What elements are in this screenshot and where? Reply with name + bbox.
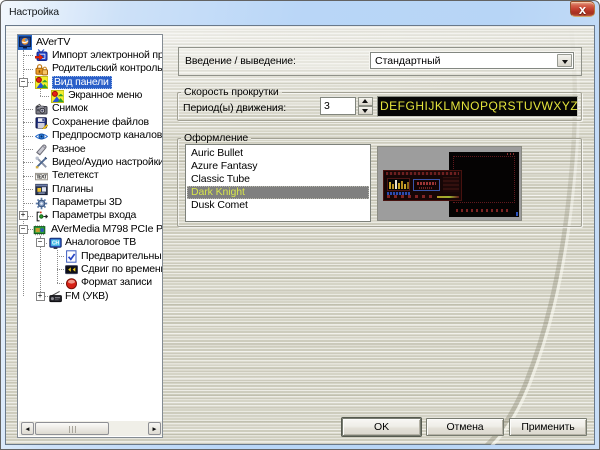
svg-text:CH: CH	[52, 240, 60, 246]
svg-text:TEXT: TEXT	[36, 174, 48, 180]
